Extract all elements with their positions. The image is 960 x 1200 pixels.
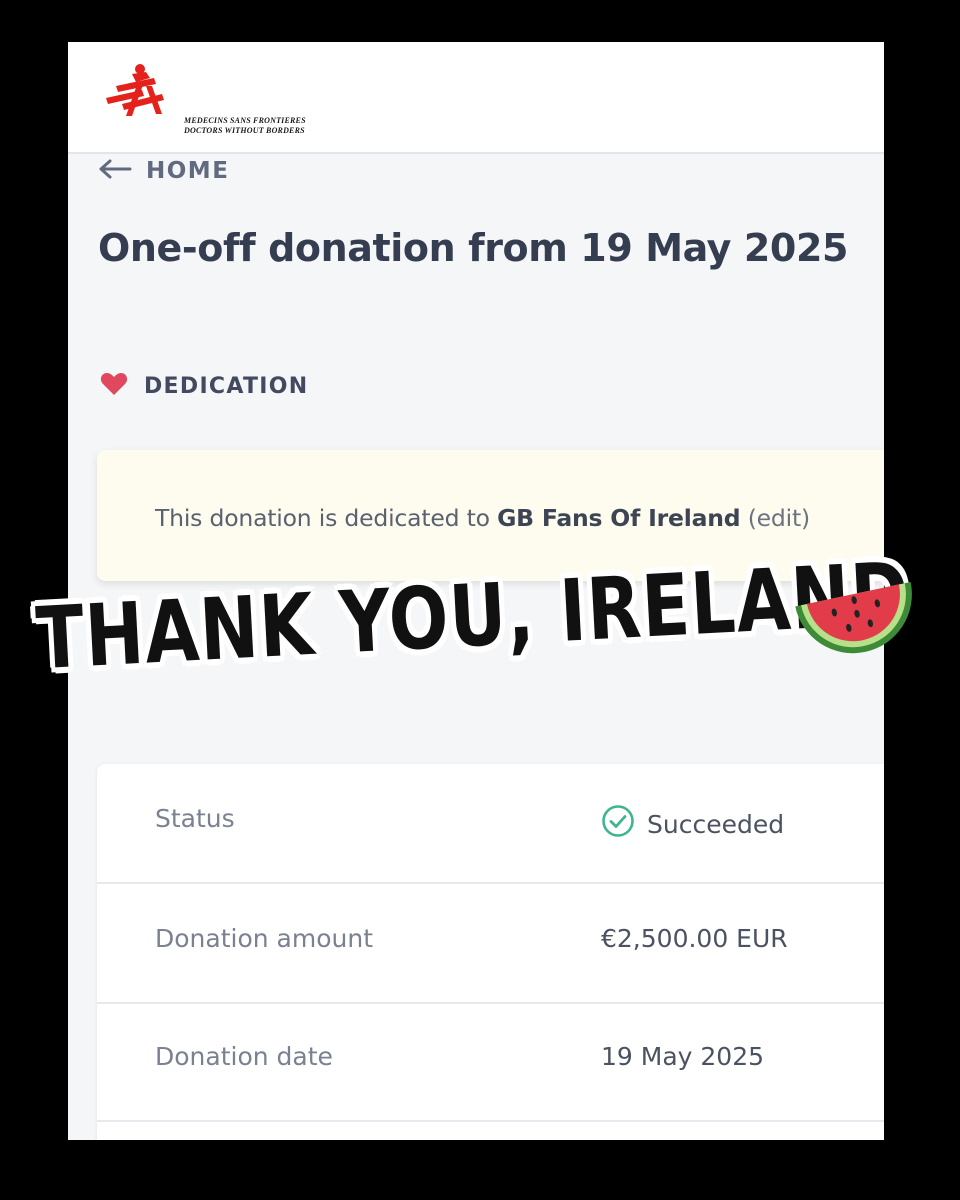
- watermelon-icon: [788, 574, 922, 670]
- heart-icon: [100, 372, 128, 400]
- donation-date-row: Donation date 19 May 2025: [97, 1002, 884, 1122]
- logo-wordmark: MEDECINS SANS FRONTIERES DOCTORS WITHOUT…: [184, 116, 306, 136]
- home-back-link[interactable]: HOME: [98, 154, 229, 188]
- arrow-left-icon: [98, 158, 132, 184]
- dedication-section-header: DEDICATION: [100, 372, 309, 400]
- home-link-label: HOME: [146, 158, 230, 184]
- status-text: Succeeded: [647, 809, 785, 839]
- dedication-prefix: This donation is dedicated to: [155, 504, 498, 532]
- dedication-text: This donation is dedicated to GB Fans Of…: [155, 504, 810, 532]
- donation-details-card: Status Succeeded Donation amount €2,500.…: [97, 764, 884, 1140]
- donation-date-value: 19 May 2025: [601, 1042, 765, 1071]
- status-value: Succeeded: [601, 804, 784, 844]
- dedication-recipient: GB Fans Of Ireland: [497, 504, 741, 532]
- logo-line-1: MEDECINS SANS FRONTIERES: [184, 116, 306, 125]
- status-row: Status Succeeded: [97, 764, 884, 884]
- page-title: One-off donation from 19 May 2025: [98, 226, 849, 270]
- logo-line-2: DOCTORS WITHOUT BORDERS: [184, 126, 305, 135]
- header-bar: MEDECINS SANS FRONTIERES DOCTORS WITHOUT…: [68, 42, 884, 154]
- donation-amount-row: Donation amount €2,500.00 EUR: [97, 884, 884, 1004]
- donation-date-label: Donation date: [155, 1042, 333, 1071]
- donation-amount-value: €2,500.00 EUR: [601, 924, 788, 953]
- msf-logo-icon: [106, 64, 164, 116]
- donation-amount-label: Donation amount: [155, 924, 374, 953]
- edit-dedication-link[interactable]: (edit): [748, 504, 810, 532]
- check-circle-icon: [601, 804, 635, 844]
- msf-logo[interactable]: MEDECINS SANS FRONTIERES DOCTORS WITHOUT…: [102, 60, 306, 135]
- status-label: Status: [155, 804, 235, 833]
- dedication-section-label: DEDICATION: [144, 373, 309, 399]
